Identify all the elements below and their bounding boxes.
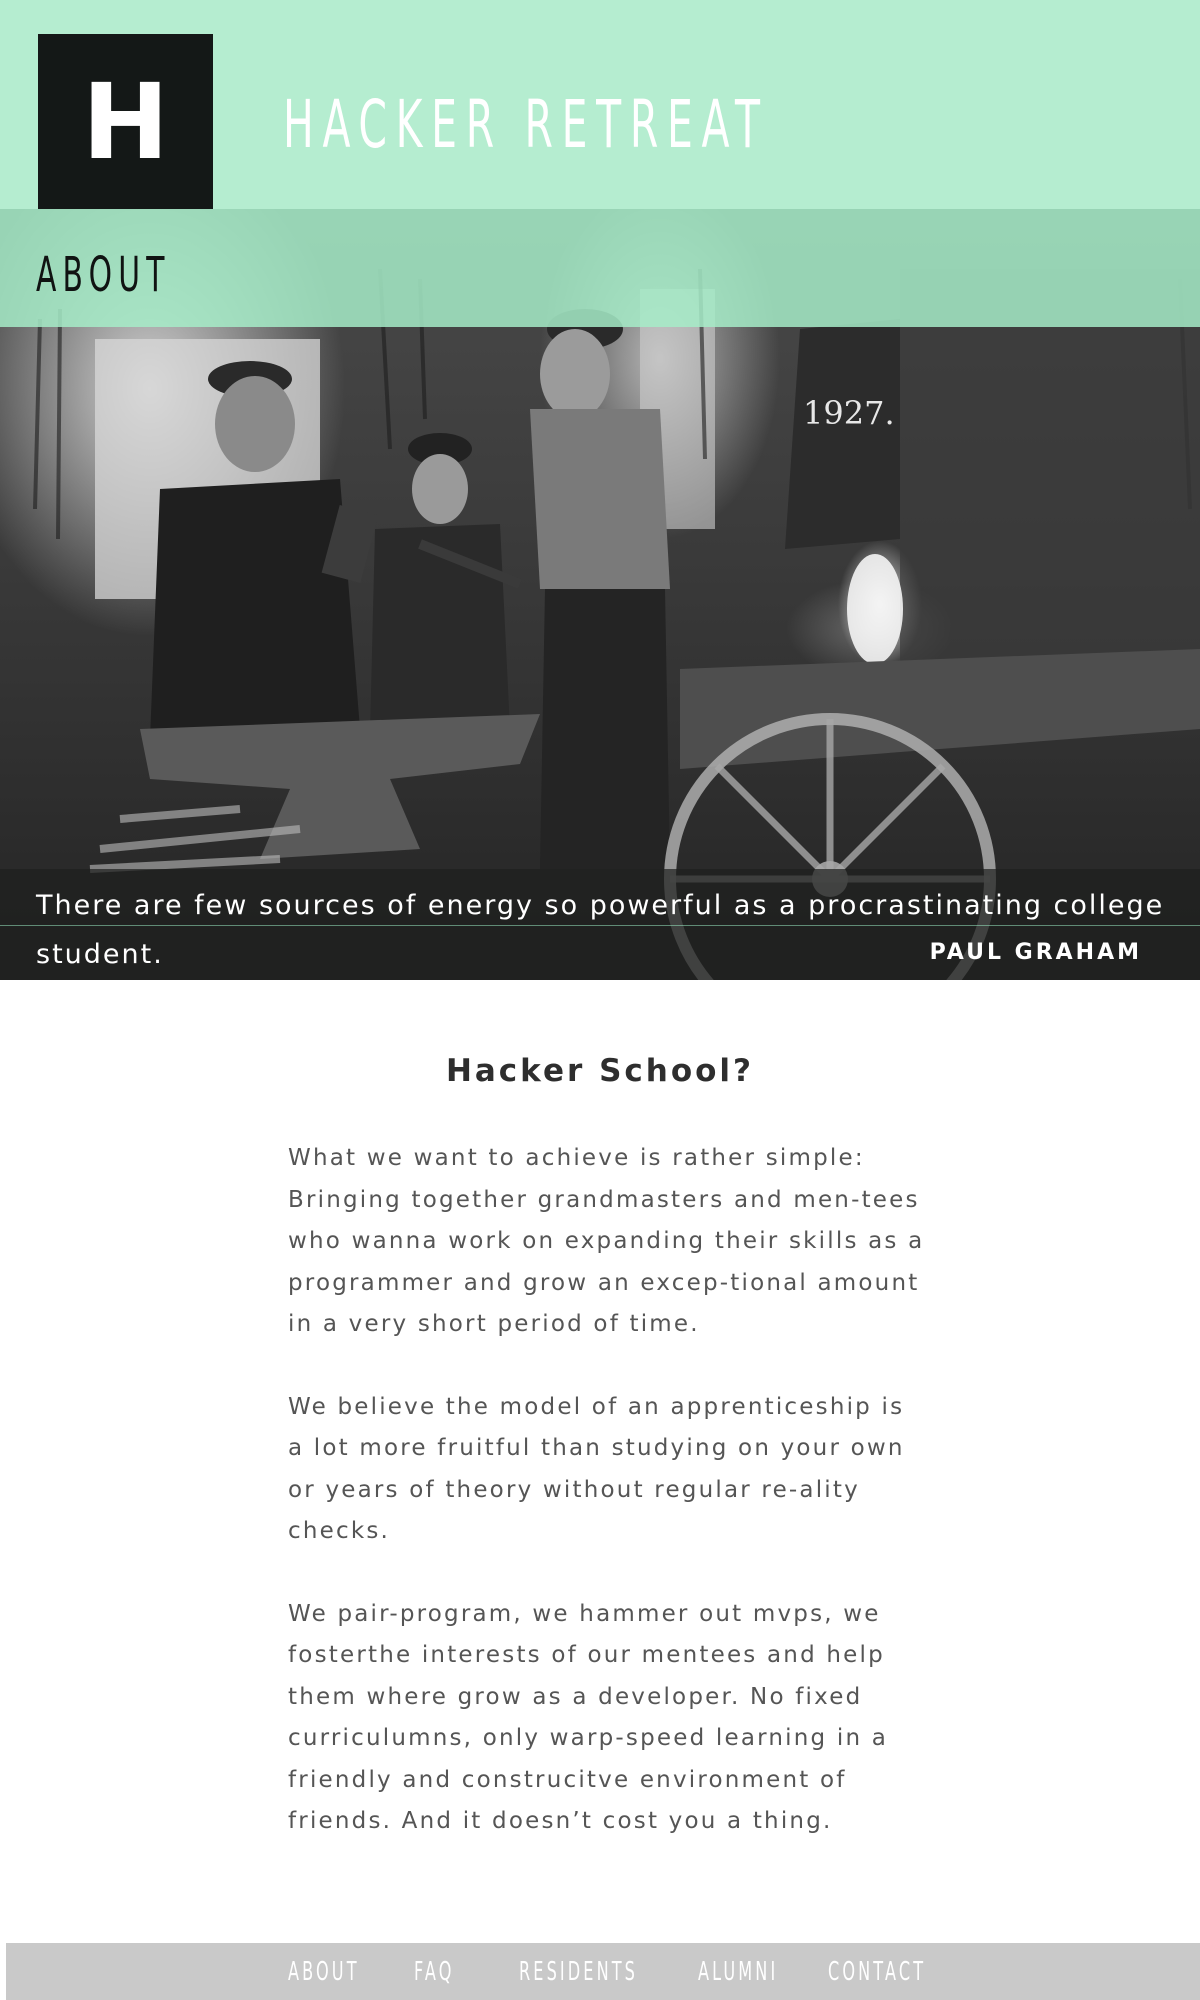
content-heading: Hacker School? (445, 1053, 755, 1089)
logo-letter: H (81, 60, 170, 183)
quote-author: PAUL GRAHAM (929, 940, 1142, 965)
about-band (0, 209, 1200, 327)
site-title[interactable]: HACKER RETREAT (283, 92, 769, 158)
nav-item-residents[interactable]: RESIDENTS (519, 1959, 638, 1985)
nav-item-contact[interactable]: CONTACT (828, 1959, 926, 1985)
paragraph-2: We believe the model of an apprenticeshi… (288, 1393, 905, 1545)
paragraph-1: What we want to achieve is rather simple… (288, 1145, 925, 1337)
photo-year-marking: 1927. (803, 394, 895, 432)
content-body: What we want to achieve is rather simple… (288, 1138, 928, 1884)
paragraph-3: We pair-program, we hammer out mvps, we … (288, 1600, 889, 1835)
nav-item-alumni[interactable]: ALUMNI (698, 1959, 778, 1985)
hero-section: 1927. ABOUT There are few sources of ene… (0, 209, 1200, 980)
section-title-about: ABOUT (36, 247, 171, 303)
nav-item-about[interactable]: ABOUT (288, 1959, 360, 1985)
site-logo[interactable]: H (38, 34, 213, 209)
nav-item-faq[interactable]: FAQ (414, 1959, 455, 1985)
footer-nav: ABOUT FAQ RESIDENTS ALUMNI CONTACT (6, 1943, 1200, 2000)
site-header: H HACKER RETREAT (0, 0, 1200, 209)
